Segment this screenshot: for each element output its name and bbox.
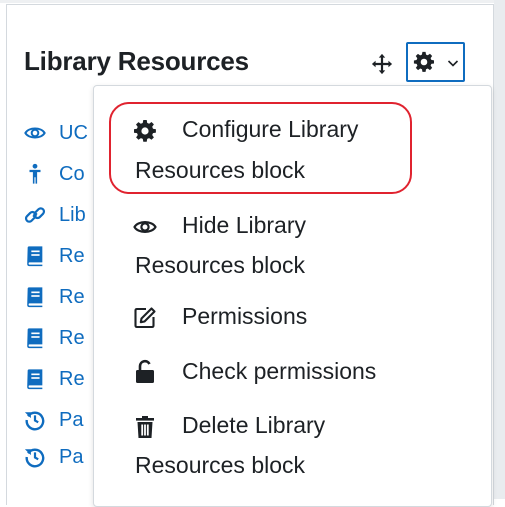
move-icon[interactable] [371,53,393,75]
book-icon [24,368,46,390]
edit-icon [132,305,158,331]
list-item[interactable]: Pa [24,442,104,472]
list-item[interactable]: Lib [24,200,104,230]
eye-icon [132,214,158,240]
list-item[interactable]: Pa [24,405,104,435]
book-icon [24,327,46,349]
trash-icon [132,414,158,440]
book-icon [24,245,46,267]
history-icon [24,409,46,431]
gear-icon [413,51,434,72]
eye-icon [24,122,46,144]
top-border [0,0,505,3]
chevron-down-icon [447,60,459,67]
block-title: Library Resources [24,46,249,76]
page-scroll-strip [494,0,505,499]
list-item[interactable]: UC [24,118,104,148]
list-item[interactable]: Re [24,323,104,353]
person-icon [24,163,46,185]
block-actions-button[interactable] [406,42,465,82]
gear-icon [132,118,158,144]
list-item[interactable]: Re [24,364,104,394]
list-item[interactable]: Re [24,241,104,271]
block-actions-menu: Configure Library Resources block Hide L… [93,85,492,507]
history-icon [24,446,46,468]
list-item[interactable]: Co [24,159,104,189]
list-item[interactable]: Re [24,282,104,312]
book-icon [24,286,46,308]
link-icon [24,204,46,226]
unlock-icon [132,359,158,385]
